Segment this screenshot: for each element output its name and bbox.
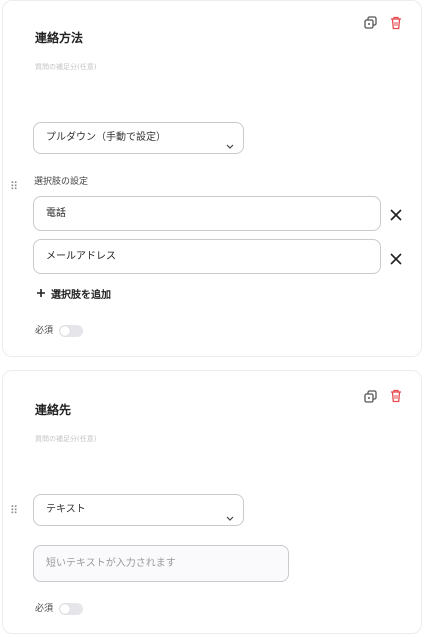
drag-handle-icon[interactable]: ⠿	[10, 181, 18, 193]
question-type-value: テキスト	[46, 504, 86, 515]
chevron-down-icon	[225, 134, 235, 149]
close-icon[interactable]	[389, 251, 403, 265]
options-section-label: 選択肢の設定	[34, 177, 89, 187]
option-input[interactable]: メールアドレス	[33, 239, 381, 274]
question-type-select[interactable]: テキスト	[33, 494, 244, 526]
question-title[interactable]: 連絡方法	[35, 29, 83, 46]
add-option-label: 選択肢を追加	[51, 290, 111, 301]
duplicate-icon[interactable]	[363, 389, 379, 405]
chevron-down-icon	[225, 506, 235, 521]
close-icon[interactable]	[389, 207, 403, 221]
duplicate-icon[interactable]	[363, 15, 379, 31]
toggle-knob	[60, 604, 70, 614]
question-card: 連絡先 質問の補足分(任意) ⠿ テキスト 短いテキストが入力されます 必須	[2, 370, 422, 634]
add-option-button[interactable]: 選択肢を追加	[36, 286, 111, 301]
trash-icon[interactable]	[388, 388, 404, 404]
required-toggle[interactable]	[59, 325, 83, 337]
trash-icon[interactable]	[388, 15, 404, 31]
required-label: 必須	[35, 604, 54, 614]
question-type-value: プルダウン（手動で設定）	[46, 132, 166, 143]
drag-handle-icon[interactable]: ⠿	[10, 505, 18, 517]
required-label: 必須	[35, 326, 54, 336]
question-title[interactable]: 連絡先	[35, 401, 71, 418]
required-toggle[interactable]	[59, 603, 83, 615]
question-card: 連絡方法 質問の補足分(任意) プルダウン（手動で設定） ⠿ 選択肢の設定 電話…	[2, 0, 422, 357]
answer-preview-field: 短いテキストが入力されます	[33, 545, 289, 582]
question-supplement-field[interactable]: 質問の補足分(任意)	[35, 62, 96, 72]
question-type-select[interactable]: プルダウン（手動で設定）	[33, 122, 244, 154]
question-supplement-field[interactable]: 質問の補足分(任意)	[35, 434, 96, 444]
option-input[interactable]: 電話	[33, 196, 381, 231]
plus-icon	[36, 288, 46, 301]
toggle-knob	[60, 326, 70, 336]
